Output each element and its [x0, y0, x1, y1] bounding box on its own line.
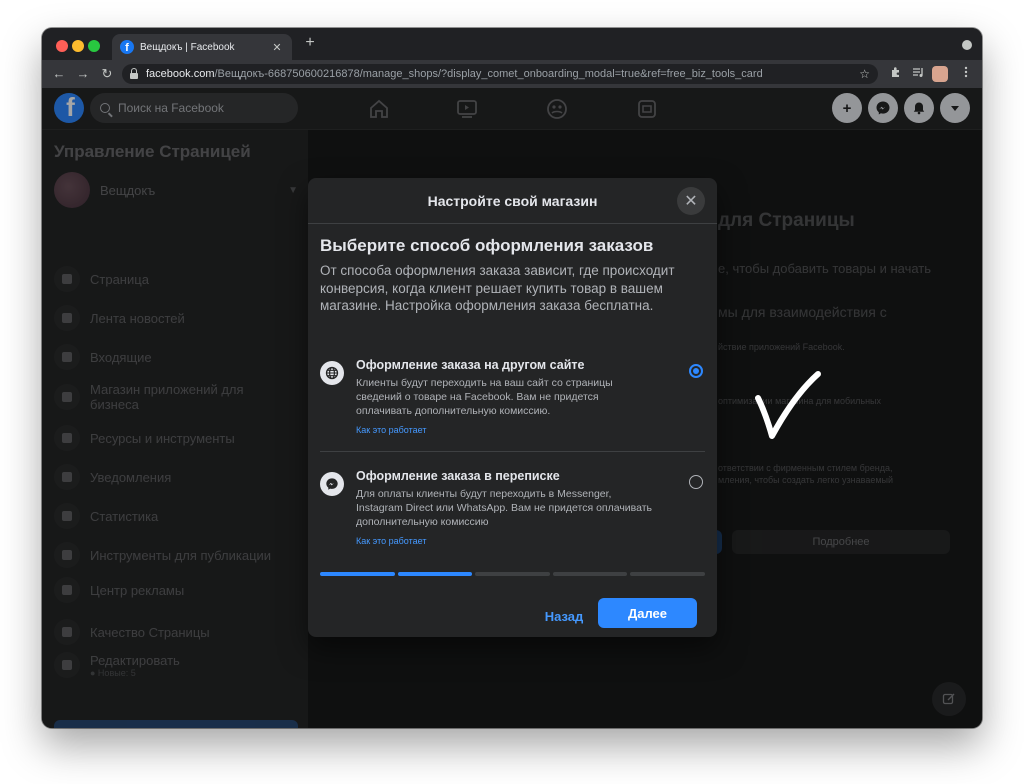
dialog-heading: Выберите способ оформления заказов	[320, 236, 654, 255]
browser-tab-bar: f Вещдокъ | Facebook ✕ +	[42, 28, 982, 60]
how-it-works-link[interactable]: Как это работает	[356, 536, 426, 546]
option-title: Оформление заказа на другом сайте	[356, 358, 585, 372]
facebook-favicon-icon: f	[120, 40, 134, 54]
dialog-header: Настройте свой магазин ✕	[308, 178, 717, 224]
url-path: /Вещдокъ-668750600216878/manage_shops/?d…	[214, 68, 763, 80]
browser-tab[interactable]: f Вещдокъ | Facebook ✕	[112, 34, 292, 60]
progress-step	[475, 572, 550, 576]
progress-step	[552, 572, 628, 576]
minimize-window-button[interactable]	[72, 40, 84, 52]
setup-progress-bar	[320, 572, 705, 576]
checkout-option-messaging[interactable]: Оформление заказа в переписке Для оплаты…	[320, 469, 705, 553]
dialog-title: Настройте свой магазин	[427, 192, 598, 209]
how-it-works-link[interactable]: Как это работает	[356, 425, 426, 435]
extensions-icon[interactable]	[888, 66, 904, 82]
setup-shop-dialog: Настройте свой магазин ✕ Выберите способ…	[308, 178, 717, 637]
next-button[interactable]: Далее	[598, 598, 697, 628]
tab-close-icon[interactable]: ✕	[270, 41, 284, 54]
globe-icon	[320, 361, 344, 385]
back-button[interactable]: ←	[50, 65, 68, 83]
zoom-window-button[interactable]	[88, 40, 100, 52]
back-button[interactable]: Назад	[538, 602, 590, 630]
option-title: Оформление заказа в переписке	[356, 469, 560, 483]
checkmark-annotation-icon	[755, 371, 821, 439]
messenger-icon	[320, 472, 344, 496]
option-description: Для оплаты клиенты будут переходить в Me…	[356, 488, 653, 528]
browser-window: f Вещдокъ | Facebook ✕ + ← → ↻ facebook.…	[42, 28, 982, 728]
tab-title: Вещдокъ | Facebook	[140, 41, 235, 53]
address-bar[interactable]: facebook.com/Вещдокъ-668750600216878/man…	[122, 64, 878, 84]
profile-avatar[interactable]	[932, 66, 948, 82]
new-tab-button[interactable]: +	[300, 34, 320, 52]
progress-step	[320, 572, 395, 576]
url-host: facebook.com	[146, 68, 215, 80]
bookmark-star-icon[interactable]: ☆	[859, 67, 870, 81]
browser-toolbar: ← → ↻ facebook.com/Вещдокъ-6687506002168…	[42, 60, 982, 88]
reload-button[interactable]: ↻	[98, 65, 116, 83]
profile-indicator-icon[interactable]	[962, 40, 972, 50]
more-menu-icon[interactable]	[958, 66, 974, 82]
option-radio-messaging[interactable]	[689, 475, 703, 489]
url-text[interactable]: facebook.com/Вещдокъ-668750600216878/man…	[146, 68, 853, 80]
forward-button[interactable]: →	[74, 65, 92, 83]
option-radio-website[interactable]	[689, 364, 703, 378]
close-icon[interactable]: ✕	[677, 187, 705, 215]
close-window-button[interactable]	[56, 40, 68, 52]
dialog-description: От способа оформления заказа зависит, гд…	[320, 263, 675, 313]
progress-step	[397, 572, 473, 576]
lock-icon	[130, 68, 138, 79]
options-divider	[320, 451, 705, 452]
progress-step	[630, 572, 705, 576]
option-description: Клиенты будут переходить на ваш сайт со …	[356, 377, 613, 417]
checkout-option-website[interactable]: Оформление заказа на другом сайте Клиент…	[320, 358, 705, 442]
media-control-icon[interactable]	[910, 66, 926, 82]
